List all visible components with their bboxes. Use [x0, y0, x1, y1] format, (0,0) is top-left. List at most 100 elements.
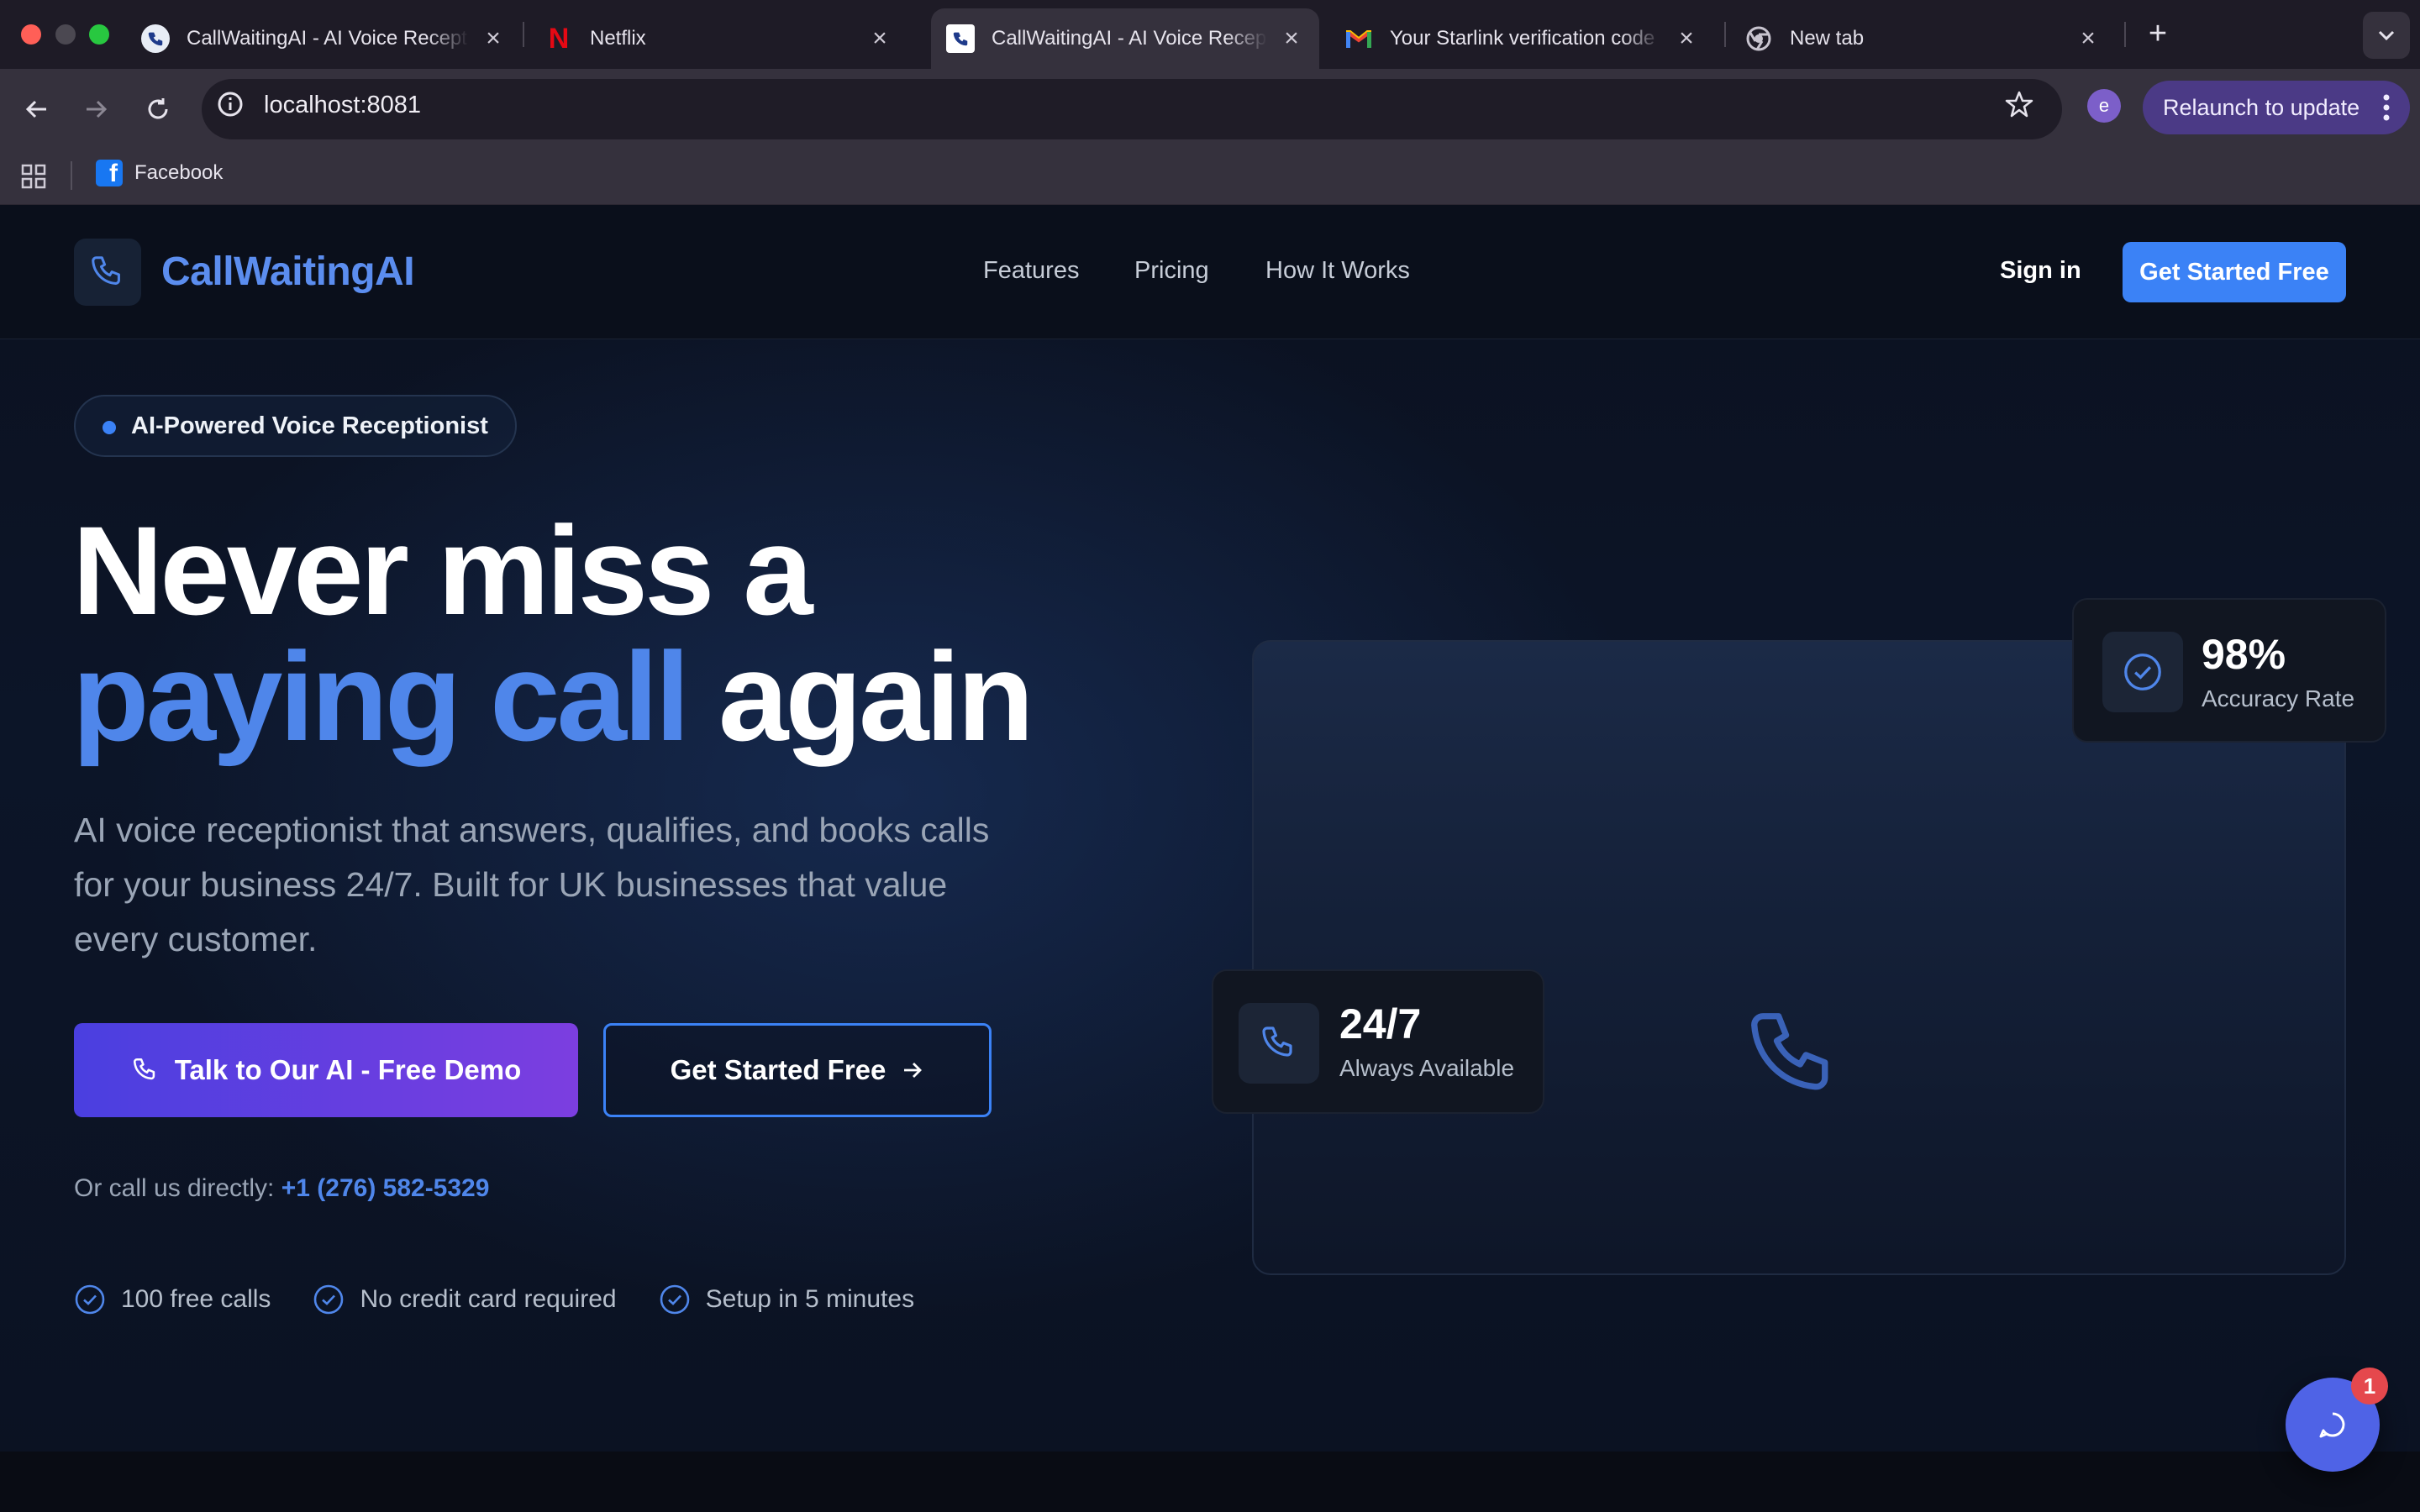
chevron-down-icon [2378, 30, 2395, 41]
headline-accent: paying call [72, 626, 690, 767]
badge-dot-icon [103, 421, 116, 434]
bookmark-facebook[interactable]: f Facebook [96, 160, 223, 186]
availability-value: 24/7 [1339, 1000, 1422, 1047]
site-info-icon[interactable] [215, 89, 245, 123]
nav-how-it-works[interactable]: How It Works [1265, 257, 1410, 285]
benefit-list: 100 free calls No credit card required S… [74, 1284, 956, 1315]
benefit-label: No credit card required [360, 1285, 617, 1313]
chat-notification-badge: 1 [2351, 1368, 2388, 1404]
window-zoom-button[interactable] [89, 24, 109, 45]
apps-grid-icon[interactable] [20, 163, 47, 194]
tab-title: Your Starlink verification code [1390, 27, 1655, 50]
gmail-favicon [1344, 24, 1373, 53]
url-text[interactable]: localhost:8081 [264, 92, 421, 119]
phone-icon [92, 256, 120, 285]
tab-title: New tab [1790, 27, 1865, 50]
site-header: CallWaitingAI Features Pricing How It Wo… [0, 205, 2420, 339]
accuracy-value: 98% [2202, 631, 2286, 678]
phone-number-link[interactable]: +1 (276) 582-5329 [281, 1174, 490, 1202]
call-prefix: Or call us directly: [74, 1174, 281, 1202]
hero-subtext: AI voice receptionist that answers, qual… [74, 811, 990, 958]
page-content: CallWaitingAI Features Pricing How It Wo… [0, 205, 2420, 1512]
logo-text[interactable]: CallWaitingAI [161, 249, 415, 295]
browser-tab[interactable]: Your Starlink verification code × [1329, 8, 1714, 69]
demo-button-label: Talk to Our AI - Free Demo [174, 1054, 522, 1085]
tab-title: CallWaitingAI - AI Voice Receptionist [992, 27, 1267, 50]
tab-close-icon[interactable]: × [2075, 24, 2101, 53]
browser-tab-strip: CallWaitingAI - AI Voice Receptionist × … [0, 0, 2420, 69]
reload-icon [148, 98, 168, 119]
arrow-right-icon [904, 1063, 923, 1078]
badge-label: AI-Powered Voice Receptionist [131, 412, 488, 439]
check-circle-icon [2102, 632, 2183, 712]
new-tab-button[interactable]: + [2139, 15, 2176, 52]
tab-close-icon[interactable]: × [481, 24, 506, 53]
bookmarks-bar [0, 150, 2420, 205]
relaunch-to-update-button[interactable]: Relaunch to update [2143, 81, 2410, 134]
chrome-favicon [1744, 24, 1773, 53]
accuracy-stat-card: 98% Accuracy Rate [2072, 598, 2386, 743]
address-bar[interactable] [202, 79, 2062, 139]
tab-separator [1724, 22, 1726, 47]
browser-tab[interactable]: CallWaitingAI - AI Voice Receptionist × [126, 8, 521, 69]
sign-in-link[interactable]: Sign in [2000, 257, 2081, 285]
benefit-item: No credit card required [313, 1284, 617, 1315]
accuracy-label: Accuracy Rate [2202, 685, 2355, 711]
phone-icon [1741, 1003, 1847, 1113]
benefit-label: Setup in 5 minutes [705, 1285, 915, 1313]
nav-pricing[interactable]: Pricing [1134, 257, 1209, 285]
chat-bubble-icon [2319, 1412, 2345, 1438]
forward-button[interactable] [76, 89, 116, 129]
get-started-header-button[interactable]: Get Started Free [2123, 242, 2346, 302]
logo-mark[interactable] [74, 239, 141, 306]
hero-headline: Never miss a paying call again [72, 500, 1034, 759]
headline-rest: again [687, 626, 1034, 767]
browser-tab[interactable]: N Netflix × [529, 8, 908, 69]
availability-label: Always Available [1339, 1055, 1515, 1081]
bookmark-label: Facebook [134, 161, 224, 184]
back-button[interactable] [17, 89, 57, 129]
facebook-icon: f [96, 160, 123, 186]
profile-avatar[interactable]: e [2087, 89, 2121, 123]
more-vertical-icon [2383, 94, 2390, 121]
tab-close-icon[interactable]: × [1674, 24, 1699, 53]
tab-separator [523, 22, 524, 47]
window-minimize-button[interactable] [55, 24, 76, 45]
browser-tab[interactable]: New tab × [1729, 8, 2116, 69]
call-directly-line: Or call us directly: +1 (276) 582-5329 [74, 1174, 489, 1203]
callwaitingai-favicon [946, 24, 975, 53]
headline-line-2: paying call again [72, 633, 1034, 759]
tab-separator [2124, 22, 2126, 47]
check-circle-icon [75, 1284, 105, 1315]
tab-close-icon[interactable]: × [1279, 24, 1304, 53]
get-started-hero-button[interactable]: Get Started Free [603, 1023, 992, 1117]
talk-to-ai-demo-button[interactable]: Talk to Our AI - Free Demo [74, 1023, 578, 1117]
headline-line-1: Never miss a [72, 500, 813, 641]
relaunch-label: Relaunch to update [2163, 94, 2360, 120]
arrow-right-icon [87, 100, 108, 118]
check-circle-icon [314, 1284, 344, 1315]
bookmark-separator [71, 161, 72, 190]
phone-icon [133, 1058, 155, 1080]
window-close-button[interactable] [21, 24, 41, 45]
reload-button[interactable] [138, 89, 178, 129]
check-circle-icon [660, 1284, 689, 1315]
section-divider [0, 1452, 2420, 1512]
callwaitingai-favicon [141, 24, 170, 53]
phone-icon [1239, 1003, 1319, 1084]
availability-stat-card: 24/7 Always Available [1212, 969, 1544, 1114]
tab-search-button[interactable] [2363, 12, 2410, 59]
benefit-item: Setup in 5 minutes [659, 1284, 914, 1315]
start-button-label: Get Started Free [670, 1054, 886, 1085]
netflix-favicon: N [548, 23, 570, 55]
hero-badge: AI-Powered Voice Receptionist [74, 395, 517, 457]
tab-close-icon[interactable]: × [867, 24, 892, 53]
benefit-label: 100 free calls [121, 1285, 271, 1313]
bookmark-star-icon[interactable] [2004, 89, 2034, 123]
tab-title: CallWaitingAI - AI Voice Receptionist [187, 27, 469, 50]
browser-tab-active[interactable]: CallWaitingAI - AI Voice Receptionist × [931, 8, 1319, 69]
nav-features[interactable]: Features [983, 257, 1079, 285]
arrow-left-icon [25, 100, 46, 118]
tab-title: Netflix [590, 27, 646, 50]
benefit-item: 100 free calls [74, 1284, 271, 1315]
